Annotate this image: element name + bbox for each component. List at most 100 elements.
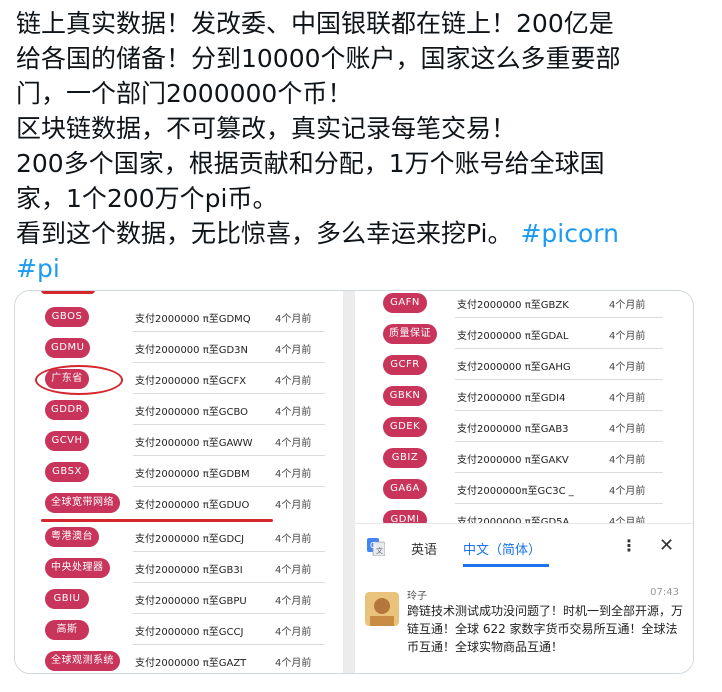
tweet-line: 看到这个数据，无比惊喜，多么幸运来挖Pi。 #picorn [16, 216, 706, 251]
transaction-action: 支付2000000 π至GDI4 [457, 393, 566, 404]
transaction-row[interactable]: GA6A 支付2000000π至GC3C _ 4个月前 [355, 473, 693, 504]
transaction-time: 4个月前 [275, 469, 312, 480]
translate-bar: G 文 英语 中文（简体） ⋮ ✕ [355, 523, 693, 572]
tweet-line: 给各国的储备！分到10000个账户，国家这么多重要部 [16, 44, 621, 73]
tweet-line: 链上真实数据！发改委、中国银联都在链上！200亿是 [16, 9, 614, 38]
account-badge: 全球观测系统 [45, 651, 120, 671]
transaction-action: 支付2000000 π至GBPU [135, 596, 247, 607]
tweet-line: 区块链数据，不可篡改，真实记录每笔交易！ [16, 114, 517, 143]
account-badge: GBIZ [383, 448, 427, 468]
transaction-action: 支付2000000 π至GAWW [135, 438, 253, 449]
account-badge: 全球宽带网络 [45, 493, 120, 513]
active-tab-indicator [463, 564, 549, 567]
hashtag-link[interactable]: #picorn [520, 219, 619, 248]
transaction-time: 4个月前 [275, 500, 312, 511]
transaction-row[interactable]: GDDR 支付2000000 π至GCBO 4个月前 [15, 394, 343, 425]
account-badge: GCFR [383, 355, 427, 375]
account-badge: 高斯 [45, 620, 89, 640]
transaction-row[interactable]: GDEK 支付2000000 π至GAB3 4个月前 [355, 411, 693, 442]
tweet-line: 200多个国家，根据贡献和分配，1万个账号给全球国 [16, 149, 605, 178]
tweet-line-text: 看到这个数据，无比惊喜，多么幸运来挖Pi。 [16, 219, 513, 248]
top-annotation-mark [41, 291, 95, 294]
account-badge: GBSX [45, 462, 89, 482]
google-translate-icon[interactable]: G 文 [367, 538, 385, 556]
svg-text:文: 文 [376, 546, 383, 555]
transaction-row[interactable]: 粤港澳台 支付2000000 π至GDCJ 4个月前 [15, 521, 343, 552]
transaction-action: 支付2000000 π至GAB3 [457, 424, 569, 435]
transaction-time: 4个月前 [275, 596, 312, 607]
account-badge: 粤港澳台 [45, 527, 99, 547]
transaction-time: 4个月前 [275, 627, 312, 638]
transaction-action: 支付2000000π至GC3C _ [457, 486, 574, 497]
tweet-text: 链上真实数据！发改委、中国银联都在链上！200亿是 给各国的储备！分到10000… [16, 6, 706, 286]
hashtag-link[interactable]: #pi [16, 254, 60, 283]
account-badge: 中央处理器 [45, 558, 110, 578]
transaction-row[interactable]: 全球观测系统 支付2000000 π至GAZT 4个月前 [15, 645, 343, 673]
transaction-time: 4个月前 [609, 486, 646, 497]
sender-name: 玲子 [407, 591, 427, 602]
transaction-time: 4个月前 [609, 393, 646, 404]
account-badge: GBKN [383, 386, 427, 406]
account-badge: GDEK [383, 417, 427, 437]
transaction-action: 支付2000000 π至GDMQ [135, 314, 251, 325]
transaction-time: 4个月前 [275, 314, 312, 325]
tweet-line: #pi [16, 251, 706, 286]
account-badge: GBIU [45, 589, 89, 609]
account-badge: 质量保证 [383, 324, 437, 344]
transaction-action: 支付2000000 π至GD3N [135, 345, 249, 356]
transaction-row[interactable]: GBIU 支付2000000 π至GBPU 4个月前 [15, 583, 343, 614]
transaction-time: 4个月前 [275, 407, 312, 418]
message-text: 跨链技术测试成功没问题了！时机一到全部开源，万链互通！全球 622 家数字货币交… [407, 604, 684, 654]
transaction-row[interactable]: GCVH 支付2000000 π至GAWW 4个月前 [15, 425, 343, 456]
transaction-row[interactable]: GAFN 支付2000000 π至GBZK 4个月前 [355, 291, 693, 318]
transaction-action: 支付2000000 π至GDBM [135, 469, 250, 480]
transaction-time: 4个月前 [609, 300, 646, 311]
transaction-time: 4个月前 [609, 331, 646, 342]
transaction-action: 支付2000000 π至GCBO [135, 407, 249, 418]
transaction-action: 支付2000000 π至GCFX [135, 376, 247, 387]
avatar [365, 592, 399, 626]
transaction-time: 4个月前 [609, 455, 646, 466]
transaction-row[interactable]: GDMU 支付2000000 π至GD3N 4个月前 [15, 332, 343, 363]
transaction-time: 4个月前 [275, 376, 312, 387]
close-icon[interactable]: ✕ [659, 535, 674, 556]
annotation-circle [35, 365, 123, 395]
transaction-row[interactable]: GCFR 支付2000000 π至GAHG 4个月前 [355, 349, 693, 380]
image-divider [343, 291, 355, 673]
account-badge: GBOS [45, 307, 89, 327]
account-badge: GA6A [383, 479, 427, 499]
transaction-action: 支付2000000 π至GBZK [457, 300, 569, 311]
transaction-action: 支付2000000 π至GDAL [457, 331, 569, 342]
tweet-media[interactable]: GBOS 支付2000000 π至GDMQ 4个月前 GDMU 支付200000… [14, 290, 694, 674]
transaction-action: 支付2000000 π至GAKV [457, 455, 569, 466]
transaction-time: 4个月前 [275, 534, 312, 545]
message-time: 07:43 [650, 587, 679, 598]
account-badge: GAFN [383, 293, 427, 313]
more-options-icon[interactable]: ⋮ [621, 536, 637, 555]
transaction-row[interactable]: GBOS 支付2000000 π至GDMQ 4个月前 [15, 301, 343, 332]
transaction-action: 支付2000000 π至GAZT [135, 658, 247, 669]
message-notification[interactable]: 玲子 07:43 跨链技术测试成功没问题了！时机一到全部开源，万链互通！全球 6… [355, 572, 693, 673]
account-badge: GCVH [45, 431, 89, 451]
transaction-row[interactable]: GBSX 支付2000000 π至GDBM 4个月前 [15, 456, 343, 487]
tweet-line: 家，1个200万个pi币。 [16, 184, 278, 213]
source-language-tab[interactable]: 英语 [411, 539, 437, 558]
transaction-time: 4个月前 [275, 565, 312, 576]
transaction-row[interactable]: 质量保证 支付2000000 π至GDAL 4个月前 [355, 318, 693, 349]
transaction-row[interactable]: GBKN 支付2000000 π至GDI4 4个月前 [355, 380, 693, 411]
transaction-action: 支付2000000 π至GDUO [135, 500, 250, 511]
transaction-time: 4个月前 [609, 424, 646, 435]
transaction-row[interactable]: GBIZ 支付2000000 π至GAKV 4个月前 [355, 442, 693, 473]
target-language-tab[interactable]: 中文（简体） [463, 539, 541, 558]
transaction-time: 4个月前 [275, 345, 312, 356]
transaction-action: 支付2000000 π至GCCJ [135, 627, 244, 638]
right-screenshot: GAFN 支付2000000 π至GBZK 4个月前 质量保证 支付200000… [355, 291, 693, 673]
transaction-action: 支付2000000 π至GDCJ [135, 534, 245, 545]
account-badge: GDMU [45, 338, 91, 358]
left-screenshot: GBOS 支付2000000 π至GDMQ 4个月前 GDMU 支付200000… [15, 291, 343, 673]
transaction-row[interactable]: 高斯 支付2000000 π至GCCJ 4个月前 [15, 614, 343, 645]
transaction-row[interactable]: 全球宽带网络 支付2000000 π至GDUO 4个月前 [15, 487, 343, 518]
transaction-row[interactable]: 中央处理器 支付2000000 π至GB3I 4个月前 [15, 552, 343, 583]
transaction-time: 4个月前 [609, 362, 646, 373]
transaction-time: 4个月前 [275, 658, 312, 669]
